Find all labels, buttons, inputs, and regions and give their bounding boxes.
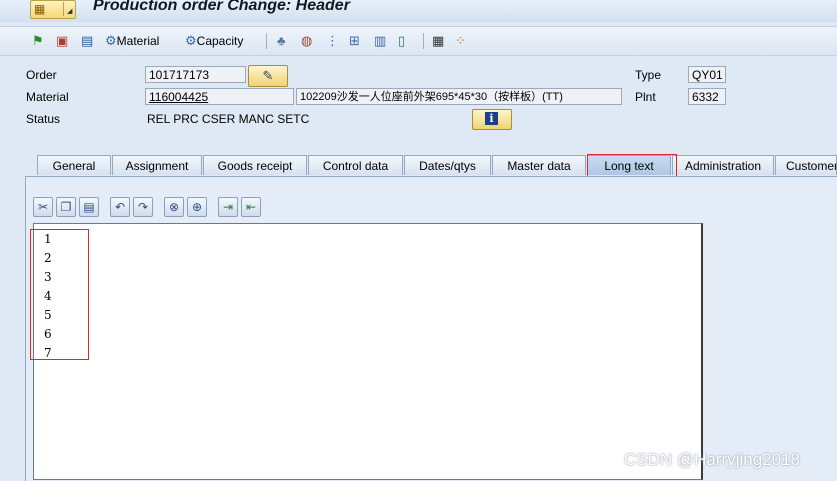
export-icon: ⇤: [245, 200, 257, 214]
watermark: CSDN @Harryjing2018: [624, 450, 800, 469]
tab-customer[interactable]: Customer: [775, 155, 837, 175]
status-value: REL PRC CSER MANC SETC: [147, 112, 310, 126]
component-icon[interactable]: ⋮: [326, 32, 339, 50]
capacity-button-label: Capacity: [196, 34, 244, 48]
tab-administration[interactable]: Administration: [672, 155, 774, 175]
redo-icon: ↷: [137, 200, 149, 214]
status-label: Status: [26, 112, 61, 126]
print-icon[interactable]: ▯: [398, 32, 405, 50]
material-button[interactable]: ⚙Material: [105, 32, 159, 50]
tree-icon[interactable]: ⁘: [455, 32, 466, 50]
order-field[interactable]: 101717173: [145, 66, 246, 83]
line-numbers-highlight: [30, 229, 89, 360]
material-icon: ⚙: [105, 33, 117, 48]
system-menu-button[interactable]: ▦ ◢: [30, 0, 76, 19]
import-icon: ⇥: [222, 200, 234, 214]
find-next-icon: ⊕: [191, 200, 203, 214]
copy-button[interactable]: ❐: [56, 197, 76, 217]
find-button[interactable]: ⊗: [164, 197, 184, 217]
long-text-editor[interactable]: 1 2 3 4 5 6 7: [33, 223, 703, 480]
pencil-icon: ✎: [262, 68, 274, 83]
undo-button[interactable]: ↶: [110, 197, 130, 217]
flag-icon[interactable]: ⚑: [32, 32, 44, 50]
binoculars-icon: ⊗: [168, 200, 180, 214]
cut-button[interactable]: ✂: [33, 197, 53, 217]
export-button[interactable]: ⇤: [241, 197, 261, 217]
scissors-icon: ✂: [37, 200, 49, 214]
redo-button[interactable]: ↷: [133, 197, 153, 217]
window-title: Production order Change: Header: [93, 0, 350, 14]
type-label: Type: [635, 68, 662, 82]
plant-field: 6332: [688, 88, 726, 105]
find-next-button[interactable]: ⊕: [187, 197, 207, 217]
tab-general[interactable]: General: [37, 155, 111, 175]
import-button[interactable]: ⇥: [218, 197, 238, 217]
document-icon[interactable]: ▣: [56, 32, 68, 50]
material-field[interactable]: 116004425: [145, 88, 294, 105]
plant-label: Plnt: [635, 90, 656, 104]
stack-icon[interactable]: ◍: [301, 32, 312, 50]
material-description-field: 102209沙发一人位座前外架695*45*30（按样板）(TT): [296, 88, 622, 105]
tab-goods-receipt[interactable]: Goods receipt: [203, 155, 307, 175]
undo-icon: ↶: [114, 200, 126, 214]
calculator-icon[interactable]: ▤: [81, 32, 93, 50]
material-label: Material: [26, 90, 69, 104]
type-field: QY01: [688, 66, 726, 83]
tab-assignment[interactable]: Assignment: [112, 155, 202, 175]
table-icon[interactable]: ▦: [432, 32, 444, 50]
title-bar: ▦ ◢ Production order Change: Header: [0, 0, 837, 22]
copy-icon: ❐: [60, 200, 72, 214]
capacity-button[interactable]: ⚙Capacity: [185, 32, 243, 50]
application-toolbar: ⚑ ▣ ▤ ⚙Material ⚙Capacity ♣ ◍ ⋮ ⊞ ▥ ▯ ▦ …: [0, 26, 837, 56]
material-button-label: Material: [116, 34, 160, 48]
tab-control-data[interactable]: Control data: [308, 155, 403, 175]
tab-strip: General Assignment Goods receipt Control…: [0, 153, 837, 177]
dropdown-icon: ◢: [67, 8, 73, 15]
network-icon[interactable]: ⊞: [349, 32, 360, 50]
documents-icon[interactable]: ▥: [374, 32, 386, 50]
order-label: Order: [26, 68, 57, 82]
hierarchy-icon[interactable]: ♣: [277, 32, 286, 50]
status-info-button[interactable]: i: [472, 109, 512, 130]
info-icon: i: [485, 112, 498, 125]
tab-dates-qtys[interactable]: Dates/qtys: [404, 155, 491, 175]
paste-icon: ▤: [83, 200, 95, 214]
capacity-icon: ⚙: [185, 33, 197, 48]
tab-master-data[interactable]: Master data: [492, 155, 586, 175]
edit-order-button[interactable]: ✎: [248, 65, 288, 87]
paste-button[interactable]: ▤: [79, 197, 99, 217]
menu-icon: ▦: [34, 2, 46, 16]
